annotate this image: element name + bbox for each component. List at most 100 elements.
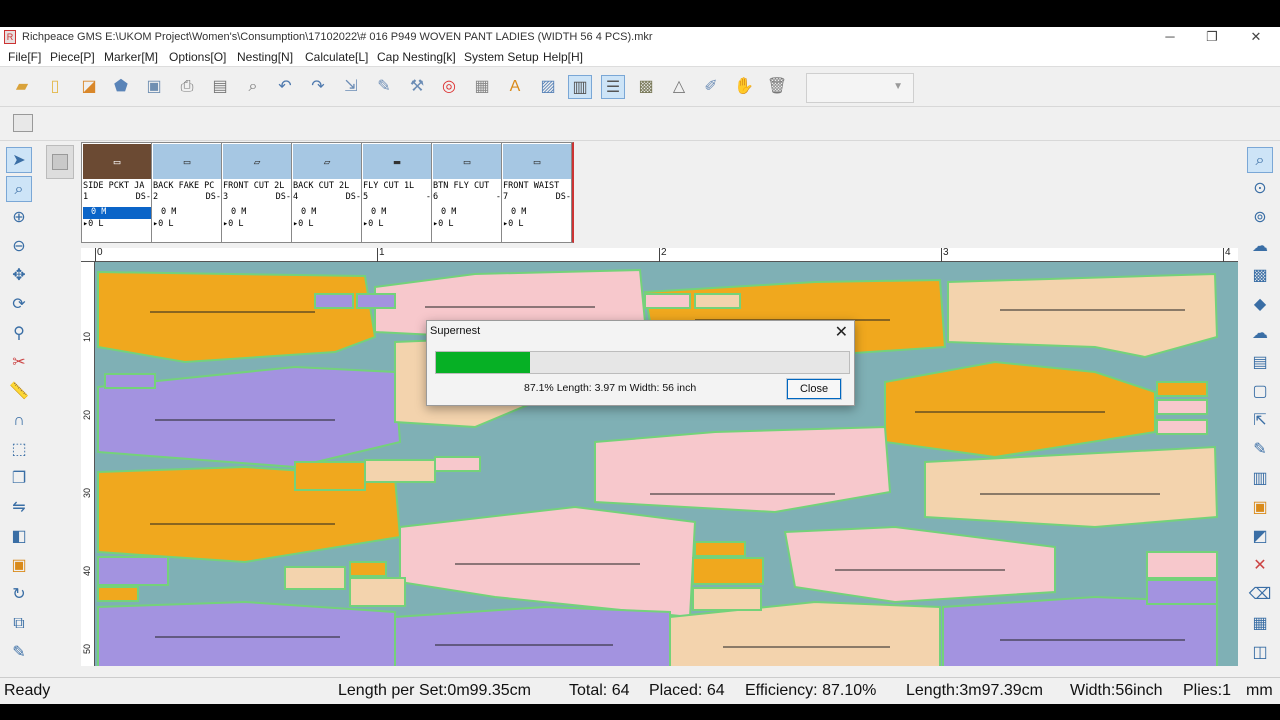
zoom-page-icon[interactable]: ⌕: [241, 75, 265, 99]
redo-icon[interactable]: ↷: [306, 75, 330, 99]
shapes-icon[interactable]: ◫: [1247, 640, 1273, 666]
piece-number: 5 -: [363, 192, 431, 202]
piece-card[interactable]: ▱ FRONT CUT 2L 3 DS- 0 M ▸0 L: [222, 143, 292, 243]
dashed-select-icon[interactable]: ⬚: [6, 437, 32, 463]
frame-icon[interactable]: ▢: [1247, 379, 1273, 405]
small-piece: [692, 587, 762, 611]
nest-icon[interactable]: ▣: [6, 553, 32, 579]
piece-card[interactable]: ▬ FLY CUT 1L 5 - 0 M ▸0 L: [362, 143, 432, 243]
menu-system-setup[interactable]: System Setup: [464, 50, 539, 64]
piece-count[interactable]: 0 M: [433, 207, 501, 219]
color-wheel-icon[interactable]: ◎: [437, 75, 461, 99]
export-icon[interactable]: ⇱: [1247, 408, 1273, 434]
small-piece: [104, 373, 156, 389]
zoom-fit-icon[interactable]: ⊙: [1247, 176, 1273, 202]
marker-view-icon[interactable]: ▥: [568, 75, 592, 99]
piece-layer: ▸0 L: [83, 219, 104, 229]
status-bar: Ready Length per Set:0m99.35cm Total: 64…: [0, 677, 1280, 704]
flip-icon[interactable]: ⇋: [6, 495, 32, 521]
piece-card[interactable]: ▭ FRONT WAIST 7 DS- 0 M ▸0 L: [502, 143, 572, 243]
pen-icon[interactable]: ✐: [699, 75, 723, 99]
open-folder-icon[interactable]: ▰: [10, 75, 34, 99]
box-icon[interactable]: ▩: [1247, 263, 1273, 289]
nest-alt-icon[interactable]: ▣: [1247, 495, 1273, 521]
close-icon[interactable]: ✕: [1247, 553, 1273, 579]
hand-icon[interactable]: ✋: [732, 75, 756, 99]
menu-marker[interactable]: Marker[M]: [104, 50, 158, 64]
piece-list-icon[interactable]: ☰: [601, 75, 625, 99]
purple-piece: [97, 600, 396, 666]
cube-icon[interactable]: ◩: [1247, 524, 1273, 550]
grid-small-icon[interactable]: ▦: [1247, 611, 1273, 637]
undo-icon[interactable]: ↶: [273, 75, 297, 99]
piece-card[interactable]: ▭ SIDE PCKT JA 1 DS- 0 M ▸0 L: [82, 143, 152, 243]
menu-calculate[interactable]: Calculate[L]: [305, 50, 368, 64]
copy-icon[interactable]: ❐: [6, 466, 32, 492]
layers-icon[interactable]: ▥: [1247, 466, 1273, 492]
zoom-icon[interactable]: ⌕: [1247, 147, 1273, 173]
piece-card[interactable]: ▭ BTN FLY CUT 6 - 0 M ▸0 L: [432, 143, 502, 243]
restore-button[interactable]: ❐: [1192, 28, 1232, 46]
shield-icon[interactable]: ⬟: [109, 75, 133, 99]
image-icon[interactable]: ▨: [536, 75, 560, 99]
gem-icon[interactable]: ◆: [1247, 292, 1273, 318]
headset-icon[interactable]: ∩: [6, 408, 32, 434]
small-piece: [1156, 381, 1208, 397]
piece-icon[interactable]: ◧: [6, 524, 32, 550]
arrange-icon[interactable]: ⧉: [6, 611, 32, 637]
piece-count[interactable]: 0 M: [293, 207, 361, 219]
piece-count[interactable]: 0 M: [153, 207, 221, 219]
pattern-icon[interactable]: △: [667, 75, 691, 99]
rotate-piece-icon[interactable]: ⟳: [6, 292, 32, 318]
toolbar-dropdown[interactable]: ▼: [806, 73, 914, 103]
minimize-button[interactable]: ─: [1150, 28, 1190, 46]
menu-piece[interactable]: Piece[P]: [50, 50, 95, 64]
delete-icon[interactable]: 🗑: [765, 75, 789, 99]
close-window-button[interactable]: ✕: [1236, 28, 1276, 46]
move-piece-icon[interactable]: ✥: [6, 263, 32, 289]
save-icon[interactable]: ▣: [142, 75, 166, 99]
edit-icon[interactable]: ✎: [6, 640, 32, 666]
cut-icon[interactable]: ✂: [6, 350, 32, 376]
cloud-icon[interactable]: ☁: [1247, 234, 1273, 260]
draw-icon[interactable]: ✎: [1247, 437, 1273, 463]
piece-thumbnail: ▭: [433, 144, 501, 179]
zoom-all-icon[interactable]: ⊚: [1247, 205, 1273, 231]
menu-options[interactable]: Options[O]: [169, 50, 226, 64]
piece-card[interactable]: ▭ BACK FAKE PC 2 DS- 0 M ▸0 L: [152, 143, 222, 243]
dialog-close-icon[interactable]: ✕: [835, 322, 848, 342]
text-icon[interactable]: A: [503, 75, 527, 99]
close-button[interactable]: Close: [786, 378, 842, 400]
import-icon[interactable]: ⇲: [339, 75, 363, 99]
ruler-icon[interactable]: 📏: [6, 379, 32, 405]
layout-icon[interactable]: ▩: [634, 75, 658, 99]
menu-nesting[interactable]: Nesting[N]: [237, 50, 293, 64]
refresh-icon[interactable]: ↻: [6, 582, 32, 608]
eraser-icon[interactable]: ⌫: [1247, 582, 1273, 608]
marker-preview-thumbnail[interactable]: [46, 145, 74, 179]
piece-count[interactable]: 0 M: [223, 207, 291, 219]
zoom-in-icon[interactable]: ⊕: [6, 205, 32, 231]
plotter-icon[interactable]: ▤: [208, 75, 232, 99]
new-file-icon[interactable]: ▯: [43, 75, 67, 99]
menu-file[interactable]: File[F]: [8, 50, 41, 64]
checkbox-square-icon[interactable]: [13, 114, 33, 132]
piece-count[interactable]: 0 M: [83, 207, 151, 219]
small-piece: [364, 459, 436, 483]
piece-count[interactable]: 0 M: [503, 207, 571, 219]
tools-icon[interactable]: ⚒: [405, 75, 429, 99]
open-file-icon[interactable]: ◪: [77, 75, 101, 99]
pieces-icon[interactable]: ✎: [372, 75, 396, 99]
menu-help[interactable]: Help[H]: [543, 50, 583, 64]
select-arrow-icon[interactable]: ➤: [6, 147, 32, 173]
piece-count[interactable]: 0 M: [363, 207, 431, 219]
print-icon[interactable]: ⎙: [175, 75, 199, 99]
piece-card[interactable]: ▱ BACK CUT 2L 4 DS- 0 M ▸0 L: [292, 143, 362, 243]
zoom-out-icon[interactable]: ⊖: [6, 234, 32, 260]
grid-icon[interactable]: ▦: [470, 75, 494, 99]
menu-cap-nesting[interactable]: Cap Nesting[k]: [377, 50, 456, 64]
zoom-window-icon[interactable]: ⌕: [6, 176, 32, 202]
magnify-icon[interactable]: ⚲: [6, 321, 32, 347]
stack-icon[interactable]: ▤: [1247, 350, 1273, 376]
cloud-alt-icon[interactable]: ☁: [1247, 321, 1273, 347]
